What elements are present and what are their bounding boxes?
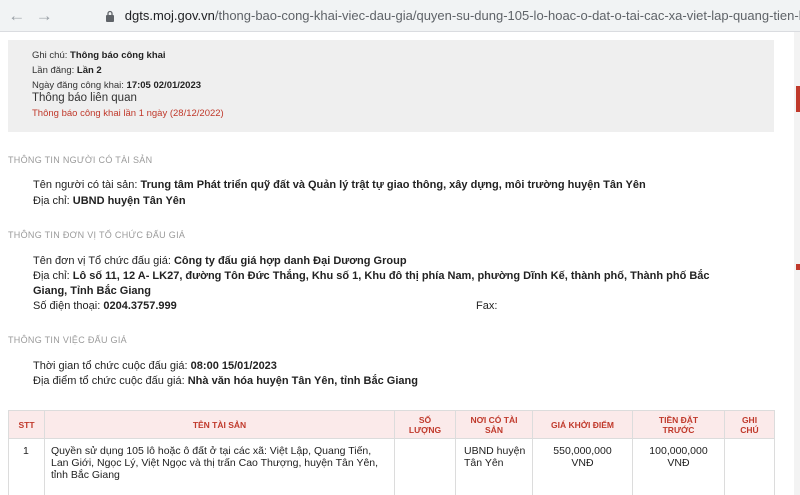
- organizer-address-cont: Giang, Tỉnh Bắc Giang: [33, 285, 151, 297]
- table-row: 1 Quyền sử dụng 105 lô hoặc ô đất ở tại …: [8, 438, 775, 495]
- owner-section-title: THÔNG TIN NGƯỜI CÓ TÀI SẢN: [8, 155, 153, 165]
- note-row: Ghi chú: Thông báo công khai: [32, 50, 166, 61]
- owner-address: Địa chỉ: UBND huyện Tân Yên: [33, 195, 186, 207]
- col-start-price-header: GIÁ KHỞI ĐIỂM: [532, 410, 633, 439]
- cell-place: UBND huyện Tân Yên: [455, 438, 533, 495]
- address-bar[interactable]: dgts.moj.gov.vn/thong-bao-cong-khai-viec…: [125, 8, 800, 23]
- col-name-header: TÊN TÀI SẢN: [44, 410, 395, 439]
- organizer-phone: Số điện thoại: 0204.3757.999: [33, 300, 177, 312]
- col-place-header: NƠI CÓ TÀI SẢN: [455, 410, 533, 439]
- notice-box: Ghi chú: Thông báo công khai Lần đăng: L…: [8, 40, 774, 132]
- related-title: Thông báo liên quan: [32, 92, 137, 104]
- col-stt-header: STT: [8, 410, 45, 439]
- date-row: Ngày đăng công khai: 17:05 02/01/2023: [32, 80, 202, 91]
- forward-icon[interactable]: →: [34, 5, 56, 27]
- auction-place: Địa điểm tổ chức cuộc đấu giá: Nhà văn h…: [33, 375, 418, 387]
- cell-note: [724, 438, 775, 495]
- related-notice-link[interactable]: Thông báo công khai lần 1 ngày (28/12/20…: [32, 108, 224, 119]
- asset-table: STT TÊN TÀI SẢN SỐ LƯỢNG NƠI CÓ TÀI SẢN GI…: [8, 410, 775, 495]
- organizer-name: Tên đơn vị Tổ chức đấu giá: Công ty đấu …: [33, 255, 407, 267]
- cell-qty: [394, 438, 456, 495]
- post-row: Lần đăng: Lần 2: [32, 65, 102, 76]
- col-deposit-header: TIỀN ĐẶT TRƯỚC: [632, 410, 725, 439]
- auction-section-title: THÔNG TIN VIỆC ĐẤU GIÁ: [8, 335, 127, 345]
- organizer-fax: Fax:: [476, 300, 498, 312]
- col-qty-header: SỐ LƯỢNG: [394, 410, 456, 439]
- browser-toolbar: ← → dgts.moj.gov.vn/thong-bao-cong-khai-…: [0, 0, 800, 32]
- col-note-header: GHI CHÚ: [724, 410, 775, 439]
- table-header-row: STT TÊN TÀI SẢN SỐ LƯỢNG NƠI CÓ TÀI SẢN GI…: [8, 410, 775, 439]
- lock-icon[interactable]: [103, 9, 117, 23]
- cell-asset-name: Quyền sử dụng 105 lô hoặc ô đất ở tại cá…: [44, 438, 395, 495]
- organizer-section-title: THÔNG TIN ĐƠN VỊ TỔ CHỨC ĐẤU GIÁ: [8, 230, 186, 240]
- owner-name: Tên người có tài sản: Trung tâm Phát tri…: [33, 179, 646, 191]
- cell-stt: 1: [8, 438, 45, 495]
- cell-start-price: 550,000,000 VNĐ: [532, 438, 633, 495]
- page-edge: [794, 32, 800, 495]
- cell-deposit: 100,000,000 VNĐ: [632, 438, 725, 495]
- auction-time: Thời gian tổ chức cuộc đấu giá: 08:00 15…: [33, 360, 277, 372]
- organizer-address: Địa chỉ: Lô số 11, 12 A- LK27, đường Tôn…: [33, 270, 710, 282]
- back-icon[interactable]: ←: [6, 5, 28, 27]
